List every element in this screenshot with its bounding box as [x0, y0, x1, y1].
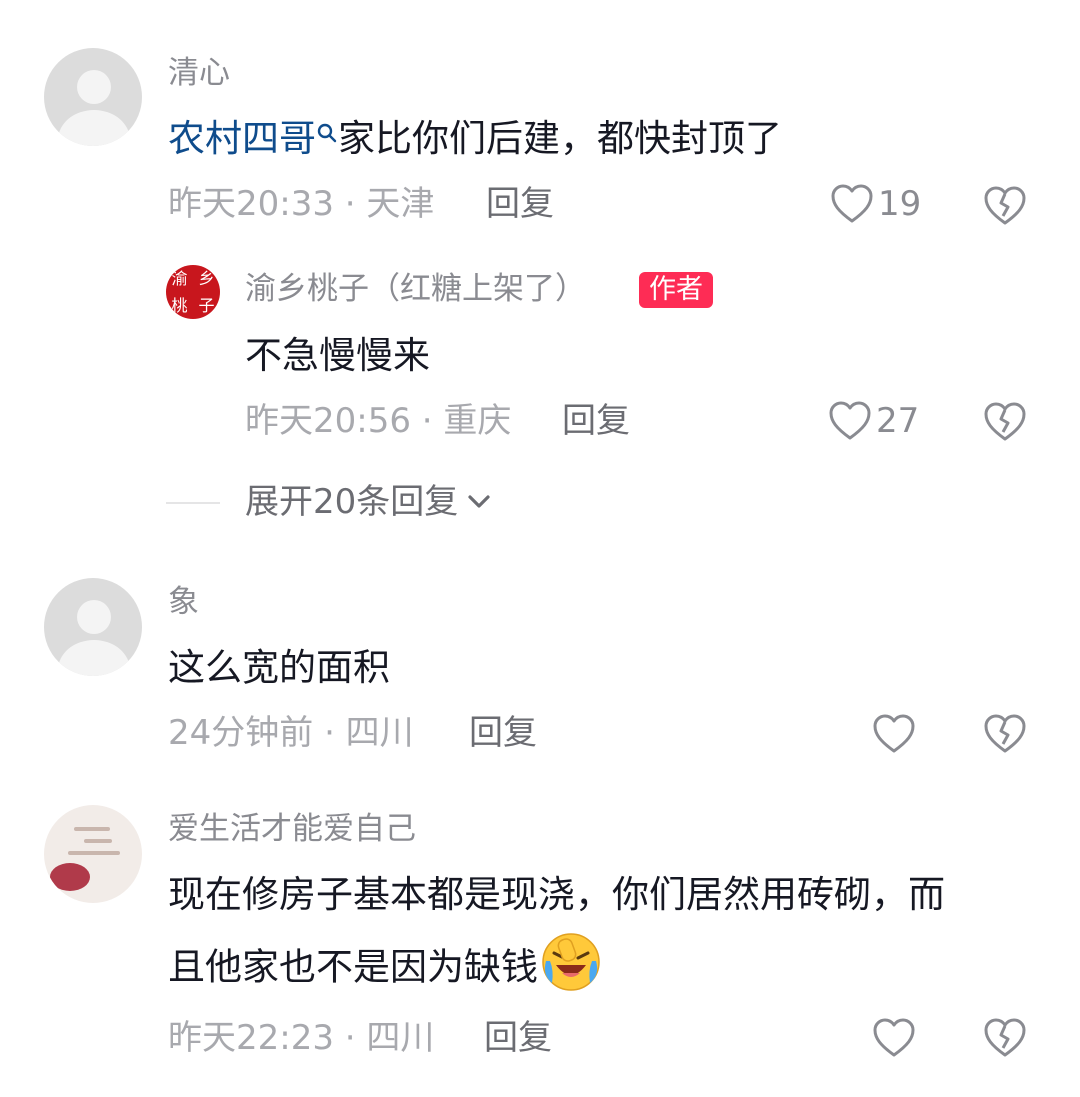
reply-button[interactable]: 回复: [469, 716, 537, 750]
reply-meta: 昨天20:56 · 重庆: [245, 401, 512, 441]
avatar[interactable]: [44, 48, 142, 146]
broken-heart-icon[interactable]: [983, 185, 1027, 227]
comment-body: 家比你们后建，都快封顶了: [338, 117, 782, 160]
comment-meta: 昨天22:23 · 四川: [168, 1018, 435, 1058]
comment-username[interactable]: 象: [168, 587, 199, 618]
avatar[interactable]: [44, 805, 142, 903]
expand-replies-button[interactable]: 展开20条回复: [245, 485, 494, 519]
reply-button[interactable]: 回复: [562, 404, 630, 438]
comment-text: 农村四哥 家比你们后建，都快封顶了: [168, 120, 782, 157]
like-count: 19: [878, 184, 922, 224]
heart-outline-icon[interactable]: [872, 713, 916, 755]
like-count: 27: [876, 401, 920, 441]
search-icon[interactable]: [316, 122, 338, 144]
expand-divider: [166, 502, 220, 504]
like-button[interactable]: 19: [830, 183, 921, 225]
heart-outline-icon: [831, 184, 873, 223]
broken-heart-icon[interactable]: [983, 401, 1027, 443]
heart-outline-icon[interactable]: [872, 1017, 916, 1059]
reply-text: 不急慢慢来: [245, 334, 430, 377]
like-button[interactable]: 27: [828, 400, 919, 442]
comment-username[interactable]: 爱生活才能爱自己: [168, 814, 416, 845]
avatar[interactable]: [44, 578, 142, 676]
author-badge: 作者: [639, 272, 713, 308]
heart-outline-icon: [829, 401, 871, 440]
reply-button[interactable]: 回复: [486, 187, 554, 221]
author-avatar[interactable]: 渝 乡 桃 子: [166, 265, 220, 319]
chevron-down-icon: [468, 495, 490, 508]
comment-text: 这么宽的面积: [168, 646, 390, 689]
comment-text-line2: 且他家也不是因为缺钱: [168, 933, 602, 993]
comment-meta: 昨天20:33 · 天津: [168, 184, 435, 224]
comment-meta: 24分钟前 · 四川: [168, 713, 414, 753]
laughing-crying-emoji: [542, 933, 600, 991]
comment-username[interactable]: 清心: [168, 58, 230, 89]
reply-button[interactable]: 回复: [484, 1021, 552, 1055]
reply-username[interactable]: 渝乡桃子（红糖上架了）: [245, 274, 586, 305]
broken-heart-icon[interactable]: [983, 713, 1027, 755]
mention-link[interactable]: 农村四哥: [168, 117, 316, 160]
broken-heart-icon[interactable]: [983, 1017, 1027, 1059]
comment-text-line1: 现在修房子基本都是现浇，你们居然用砖砌，而: [168, 873, 945, 916]
expand-replies-label: 展开20条回复: [245, 482, 459, 522]
